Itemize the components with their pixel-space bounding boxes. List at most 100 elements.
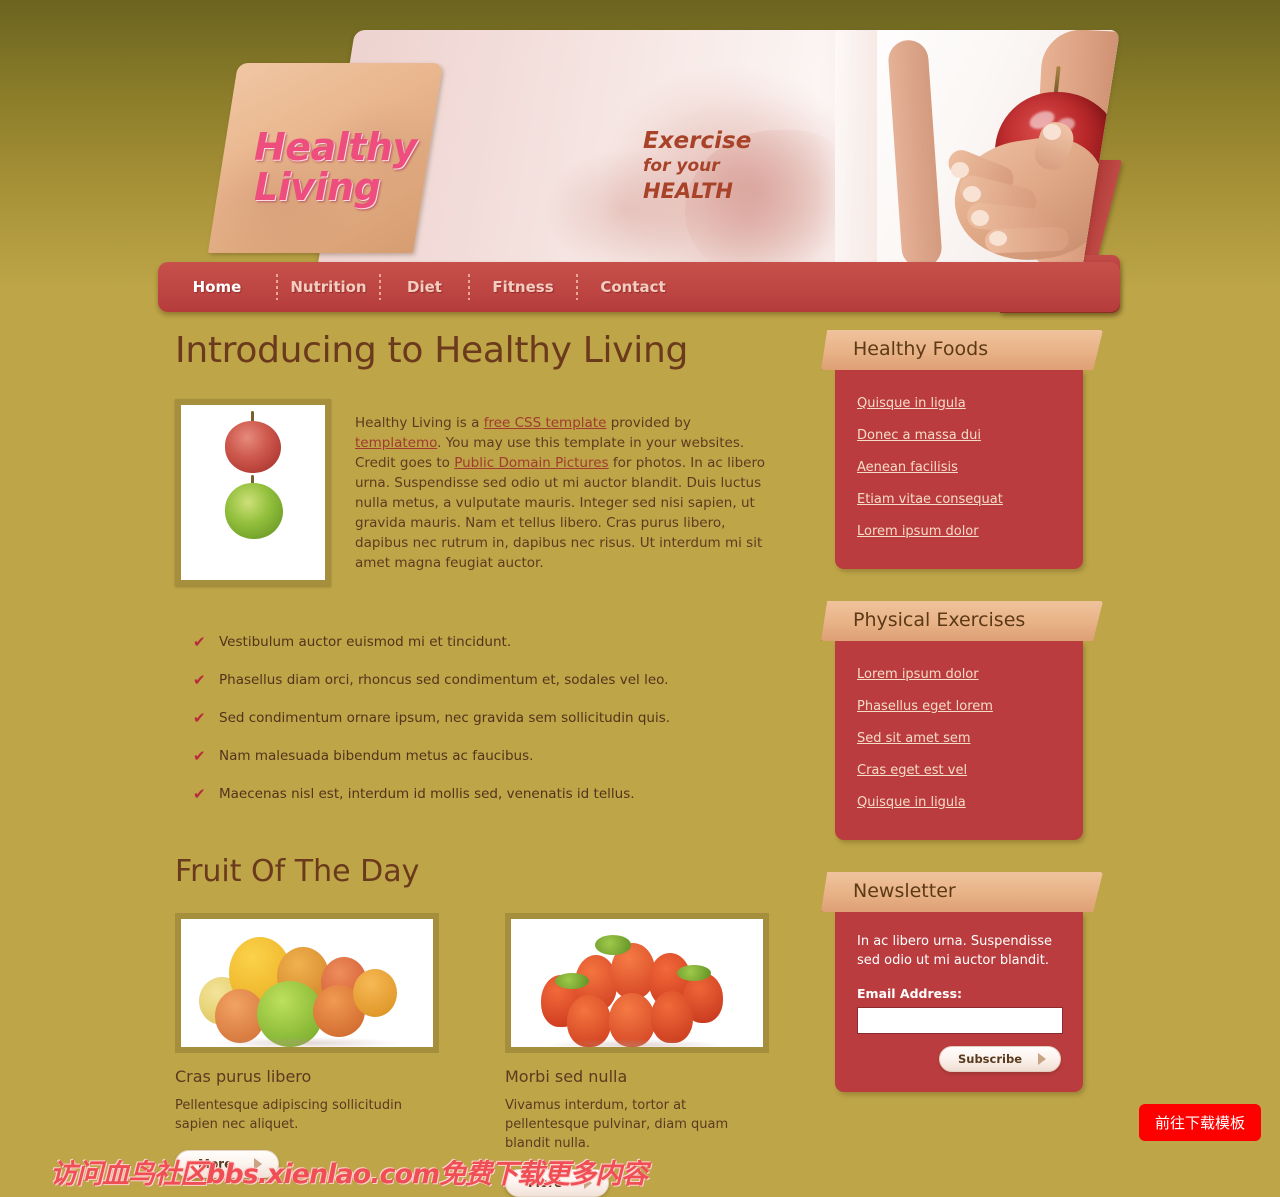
list-item: Sed sit amet sem — [835, 727, 1083, 750]
email-field[interactable] — [857, 1007, 1063, 1034]
list-item: ✔ Nam malesuada bibendum metus ac faucib… — [193, 747, 775, 765]
sidebar-link[interactable]: Donec a massa dui — [857, 428, 981, 443]
arrow-right-icon — [1038, 1053, 1046, 1065]
newsletter-body: In ac libero urna. Suspendisse sed odio … — [835, 912, 1083, 1092]
fruit-title: Cras purus libero — [175, 1067, 312, 1086]
email-field-label: Email Address: — [857, 986, 963, 1001]
sidebar-header-newsletter: Newsletter — [821, 872, 1103, 912]
sidebar-title: Healthy Foods — [853, 338, 989, 360]
fruit-description: Pellentesque adipiscing sollicitudin sap… — [175, 1098, 402, 1132]
sidebar-header-physical-exercises: Physical Exercises — [821, 601, 1103, 641]
sidebar-link[interactable]: Aenean facilisis — [857, 460, 958, 475]
check-icon: ✔ — [193, 671, 206, 689]
nav-item-fitness[interactable]: Fitness — [492, 278, 553, 296]
main-column: Introducing to Healthy Living Healthy Li… — [175, 330, 775, 1197]
sidebar: Healthy Foods Quisque in ligula Donec a … — [821, 330, 1105, 1128]
sidebar-link[interactable]: Phasellus eget lorem — [857, 699, 993, 714]
list-item: Quisque in ligula — [835, 392, 1083, 415]
strawberry-leaf-2 — [555, 973, 589, 989]
sidebar-body: Lorem ipsum dolor Phasellus eget lorem S… — [835, 641, 1083, 840]
intro-image-frame — [175, 399, 331, 586]
check-icon: ✔ — [193, 709, 206, 727]
nav-cell-0: Home — [158, 278, 276, 296]
sidebar-block-physical-exercises: Physical Exercises Lorem ipsum dolor Pha… — [821, 601, 1105, 840]
feature-checklist: ✔ Vestibulum auctor euismod mi et tincid… — [193, 633, 775, 803]
fingernail-4 — [989, 231, 1007, 246]
nav-item-diet[interactable]: Diet — [407, 278, 442, 296]
nav-cell-2: Diet — [381, 278, 468, 296]
list-item: Phasellus eget lorem — [835, 695, 1083, 718]
apple-green — [225, 483, 283, 539]
list-item: Etiam vitae consequat — [835, 488, 1083, 511]
list-item: ✔ Sed condimentum ornare ipsum, nec grav… — [193, 709, 775, 727]
sidebar-link-list: Quisque in ligula Donec a massa dui Aene… — [835, 392, 1083, 543]
fruit-shadow — [211, 1037, 401, 1047]
nav-item-nutrition[interactable]: Nutrition — [290, 278, 366, 296]
sidebar-link[interactable]: Sed sit amet sem — [857, 731, 971, 746]
nav-item-home[interactable]: Home — [193, 278, 242, 296]
sidebar-title: Physical Exercises — [853, 609, 1026, 631]
site-logo[interactable]: Healthy Living — [207, 63, 443, 253]
fruit-description: Vivamus interdum, tortor at pellentesque… — [505, 1098, 729, 1151]
fruit-tangerine — [353, 969, 397, 1017]
intro-paragraph: Healthy Living is a free CSS template pr… — [355, 413, 775, 573]
list-item: ✔ Maecenas nisl est, interdum id mollis … — [193, 785, 775, 803]
strawberry-leaf-3 — [677, 965, 711, 981]
checklist-text: Vestibulum auctor euismod mi et tincidun… — [219, 634, 512, 650]
apple-red — [225, 421, 281, 473]
list-item: Aenean facilisis — [835, 456, 1083, 479]
fruit-image-mixed — [175, 913, 439, 1053]
sidebar-link[interactable]: Quisque in ligula — [857, 396, 966, 411]
link-public-domain-pictures[interactable]: Public Domain Pictures — [454, 455, 608, 471]
list-item: ✔ Vestibulum auctor euismod mi et tincid… — [193, 633, 775, 651]
check-icon: ✔ — [193, 785, 206, 803]
fruit-shadow — [545, 1039, 725, 1047]
fruit-image-strawberries — [505, 913, 769, 1053]
intro-text-2: provided by — [606, 414, 691, 431]
sidebar-link-list: Lorem ipsum dolor Phasellus eget lorem S… — [835, 663, 1083, 814]
logo-line-healthy: Healthy — [254, 125, 417, 169]
sidebar-link[interactable]: Etiam vitae consequat — [857, 492, 1003, 507]
intro-text-1: Healthy Living is a — [355, 414, 484, 431]
intro-text-4: for photos. In ac libero urna. Suspendis… — [355, 454, 765, 571]
download-template-button[interactable]: 前往下载模板 — [1139, 1104, 1261, 1141]
page-root: Exercise for your HEALTH Healthy Living … — [0, 0, 1280, 1197]
logo-line-living: Living — [254, 165, 381, 209]
sidebar-title: Newsletter — [853, 880, 956, 902]
list-item: Quisque in ligula — [835, 791, 1083, 814]
banner-tagline: Exercise for your HEALTH — [643, 128, 751, 204]
newsletter-description: In ac libero urna. Suspendisse sed odio … — [857, 934, 1053, 968]
apples-image — [181, 405, 325, 549]
checklist-text: Nam malesuada bibendum metus ac faucibus… — [219, 748, 534, 764]
nav-cell-1: Nutrition — [278, 278, 379, 296]
list-item: Lorem ipsum dolor — [835, 663, 1083, 686]
main-navigation[interactable]: Home Nutrition Diet Fitness Contact — [158, 262, 1120, 312]
banner-tagline-line3: HEALTH — [643, 179, 733, 203]
banner-tagline-line1: Exercise — [643, 128, 752, 154]
sidebar-link[interactable]: Cras eget est vel — [857, 763, 967, 778]
fingernail-5 — [1043, 124, 1061, 140]
link-templatemo[interactable]: templatemo — [355, 435, 437, 451]
subscribe-button[interactable]: Subscribe — [938, 1046, 1061, 1072]
banner-tagline-line2: for your — [643, 156, 720, 176]
list-item: ✔ Phasellus diam orci, rhoncus sed condi… — [193, 671, 775, 689]
nav-item-contact[interactable]: Contact — [600, 278, 665, 296]
checklist-text: Phasellus diam orci, rhoncus sed condime… — [219, 672, 669, 688]
check-icon: ✔ — [193, 747, 206, 765]
link-free-css-template[interactable]: free CSS template — [484, 415, 607, 431]
watermark-text: 访问血鸟社区bbs.xienlao.com免费下载更多内容 — [50, 1159, 648, 1190]
fingernail-3 — [971, 210, 989, 226]
sidebar-body: Quisque in ligula Donec a massa dui Aene… — [835, 370, 1083, 569]
sidebar-link[interactable]: Quisque in ligula — [857, 795, 966, 810]
list-item: Cras eget est vel — [835, 759, 1083, 782]
strawberry-8 — [651, 991, 693, 1043]
checklist-text: Sed condimentum ornare ipsum, nec gravid… — [219, 710, 671, 726]
check-icon: ✔ — [193, 633, 206, 651]
subscribe-button-label: Subscribe — [957, 1052, 1022, 1066]
sidebar-link[interactable]: Lorem ipsum dolor — [857, 524, 979, 539]
site-header: Exercise for your HEALTH Healthy Living … — [0, 0, 1280, 320]
sidebar-link[interactable]: Lorem ipsum dolor — [857, 667, 979, 682]
list-item: Lorem ipsum dolor — [835, 520, 1083, 543]
fruit-section-title: Fruit Of The Day — [175, 854, 420, 889]
sidebar-block-healthy-foods: Healthy Foods Quisque in ligula Donec a … — [821, 330, 1105, 569]
